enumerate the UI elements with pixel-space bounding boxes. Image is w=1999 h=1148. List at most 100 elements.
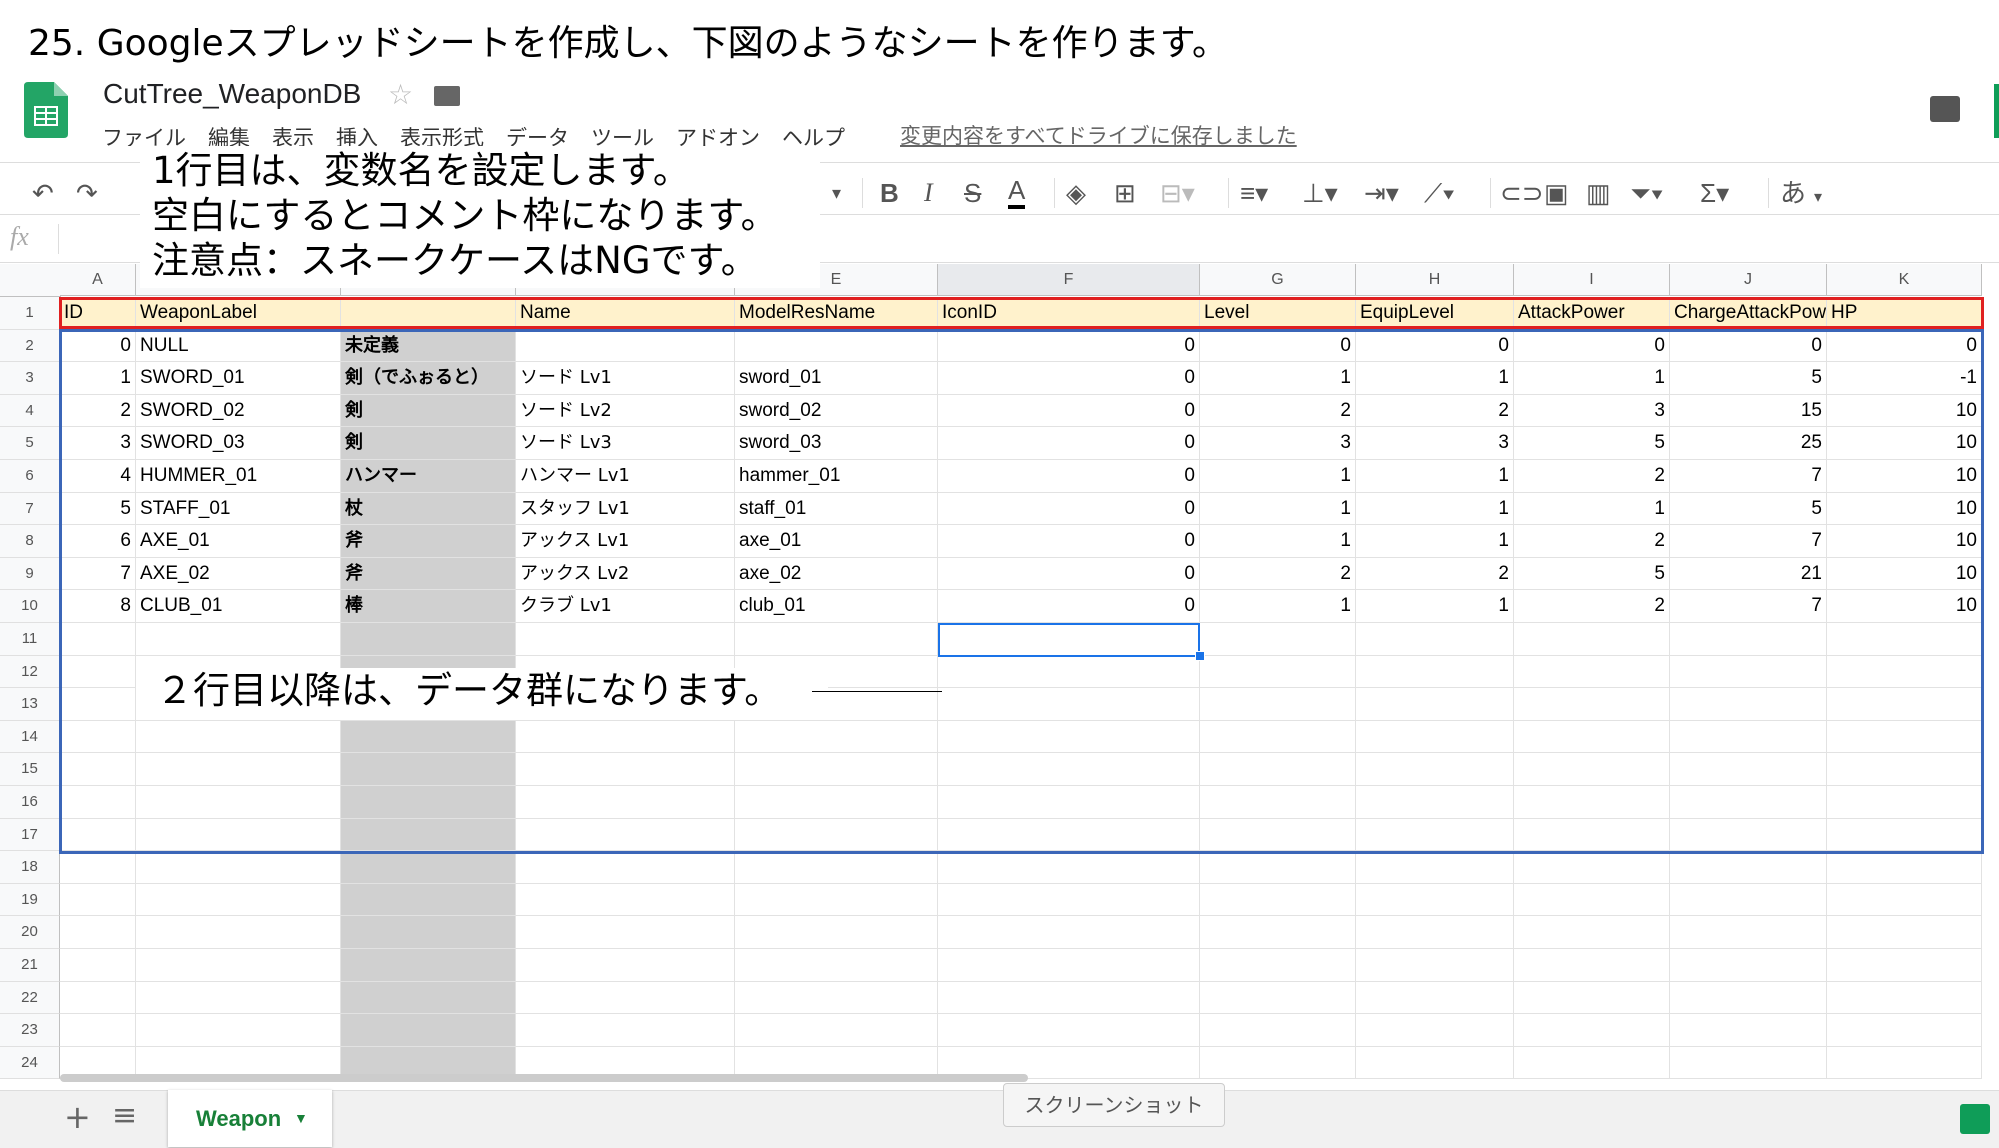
all-sheets-icon[interactable]: ≡	[112, 1098, 137, 1133]
menu-item[interactable]: ファイル	[102, 122, 186, 146]
row-header[interactable]: 14	[0, 720, 60, 754]
row-header[interactable]: 22	[0, 981, 60, 1015]
row-header[interactable]: 12	[0, 655, 60, 689]
cell[interactable]	[136, 949, 341, 982]
cell[interactable]	[1200, 1014, 1356, 1047]
document-title[interactable]: CutTree_WeaponDB	[103, 78, 361, 110]
menu-item[interactable]: 編集	[208, 122, 250, 146]
menu-item[interactable]: アドオン	[676, 122, 760, 146]
column-header-k[interactable]: K	[1827, 264, 1982, 296]
cell[interactable]	[1356, 1046, 1514, 1080]
cell[interactable]	[516, 949, 735, 982]
cell[interactable]	[1200, 916, 1356, 949]
explore-icon[interactable]	[1960, 1104, 1990, 1134]
undo-icon[interactable]: ↶	[32, 175, 54, 211]
cell[interactable]	[1356, 1014, 1514, 1047]
row-header[interactable]: 4	[0, 394, 60, 428]
cell[interactable]	[735, 883, 938, 917]
cell[interactable]	[1670, 916, 1827, 949]
italic-button[interactable]: I	[924, 175, 933, 211]
menu-item[interactable]: 表示形式	[400, 122, 484, 146]
cell[interactable]	[341, 916, 516, 949]
row-header[interactable]: 21	[0, 949, 60, 982]
row-header[interactable]: 3	[0, 362, 60, 395]
cell[interactable]	[1356, 883, 1514, 917]
cell[interactable]	[341, 883, 516, 917]
cell[interactable]	[1200, 981, 1356, 1015]
cell[interactable]	[341, 981, 516, 1015]
cell[interactable]	[1356, 916, 1514, 949]
cell[interactable]	[136, 916, 341, 949]
cell[interactable]	[735, 916, 938, 949]
cell[interactable]	[1200, 883, 1356, 917]
cell[interactable]	[1514, 949, 1670, 982]
cell[interactable]	[516, 1014, 735, 1047]
horizontal-scrollbar[interactable]	[60, 1074, 1028, 1082]
cell[interactable]	[735, 1014, 938, 1047]
cell[interactable]	[1356, 981, 1514, 1015]
cell[interactable]	[136, 883, 341, 917]
row-header[interactable]: 13	[0, 688, 60, 721]
row-header[interactable]: 17	[0, 818, 60, 852]
sheet-tab-weapon[interactable]: Weapon ▼	[168, 1090, 332, 1147]
add-sheet-icon[interactable]: +	[64, 1098, 91, 1136]
share-button-edge[interactable]	[1994, 84, 1999, 138]
vertical-align-icon[interactable]: ⊥▾	[1302, 175, 1338, 211]
row-header[interactable]: 10	[0, 590, 60, 623]
fill-color-icon[interactable]: ◈	[1066, 175, 1086, 211]
fill-handle[interactable]	[1195, 651, 1205, 661]
row-header[interactable]: 11	[0, 623, 60, 656]
folder-icon[interactable]	[434, 86, 460, 106]
bold-button[interactable]: B	[880, 175, 899, 211]
cell[interactable]	[1514, 851, 1670, 884]
filter-icon[interactable]: ⏷▾	[1630, 175, 1664, 211]
input-tools-button[interactable]: あ ▾	[1780, 175, 1822, 216]
cell[interactable]	[1827, 1014, 1982, 1047]
text-wrap-icon[interactable]: ⇥▾	[1364, 175, 1399, 211]
cell[interactable]	[341, 949, 516, 982]
cell[interactable]	[341, 851, 516, 884]
cell[interactable]	[60, 916, 136, 949]
cell[interactable]	[1827, 883, 1982, 917]
cell[interactable]	[60, 981, 136, 1015]
column-header-i[interactable]: I	[1514, 264, 1670, 296]
row-header[interactable]: 16	[0, 786, 60, 819]
row-header[interactable]: 23	[0, 1014, 60, 1047]
column-header-f[interactable]: F	[938, 264, 1200, 296]
insert-link-icon[interactable]: ⊂⊃	[1500, 175, 1544, 211]
cell[interactable]	[1827, 1046, 1982, 1080]
menu-item[interactable]: 表示	[272, 122, 314, 146]
menu-item[interactable]: ツール	[591, 122, 654, 146]
functions-button[interactable]: Σ▾	[1700, 175, 1729, 211]
cell[interactable]	[938, 1014, 1200, 1047]
cell[interactable]	[136, 851, 341, 884]
cell[interactable]	[136, 981, 341, 1015]
cell[interactable]	[735, 981, 938, 1015]
cell[interactable]	[938, 883, 1200, 917]
row-header[interactable]: 1	[0, 297, 60, 330]
cell[interactable]	[1670, 1014, 1827, 1047]
column-header-h[interactable]: H	[1356, 264, 1514, 296]
strikethrough-button[interactable]: S	[964, 175, 981, 211]
menu-item[interactable]: 挿入	[336, 122, 378, 146]
cell[interactable]	[1200, 949, 1356, 982]
cell[interactable]	[136, 1014, 341, 1047]
save-status-link[interactable]: 変更内容をすべてドライブに保存しました	[900, 120, 1297, 150]
borders-icon[interactable]: ⊞	[1114, 175, 1136, 211]
cell[interactable]	[516, 851, 735, 884]
merge-cells-icon[interactable]: ⊟▾	[1160, 175, 1195, 211]
cell[interactable]	[1200, 851, 1356, 884]
insert-comment-icon[interactable]: ▣	[1544, 175, 1569, 211]
cell[interactable]	[938, 851, 1200, 884]
cell[interactable]	[1827, 981, 1982, 1015]
row-header[interactable]: 2	[0, 329, 60, 363]
row-header[interactable]: 24	[0, 1046, 60, 1080]
cell[interactable]	[1514, 883, 1670, 917]
star-icon[interactable]: ☆	[388, 78, 413, 111]
row-header[interactable]: 5	[0, 427, 60, 460]
select-all-corner[interactable]	[0, 264, 61, 297]
sheets-logo-icon[interactable]	[24, 82, 68, 138]
cell[interactable]	[1670, 883, 1827, 917]
cell[interactable]	[938, 981, 1200, 1015]
row-header[interactable]: 15	[0, 753, 60, 786]
